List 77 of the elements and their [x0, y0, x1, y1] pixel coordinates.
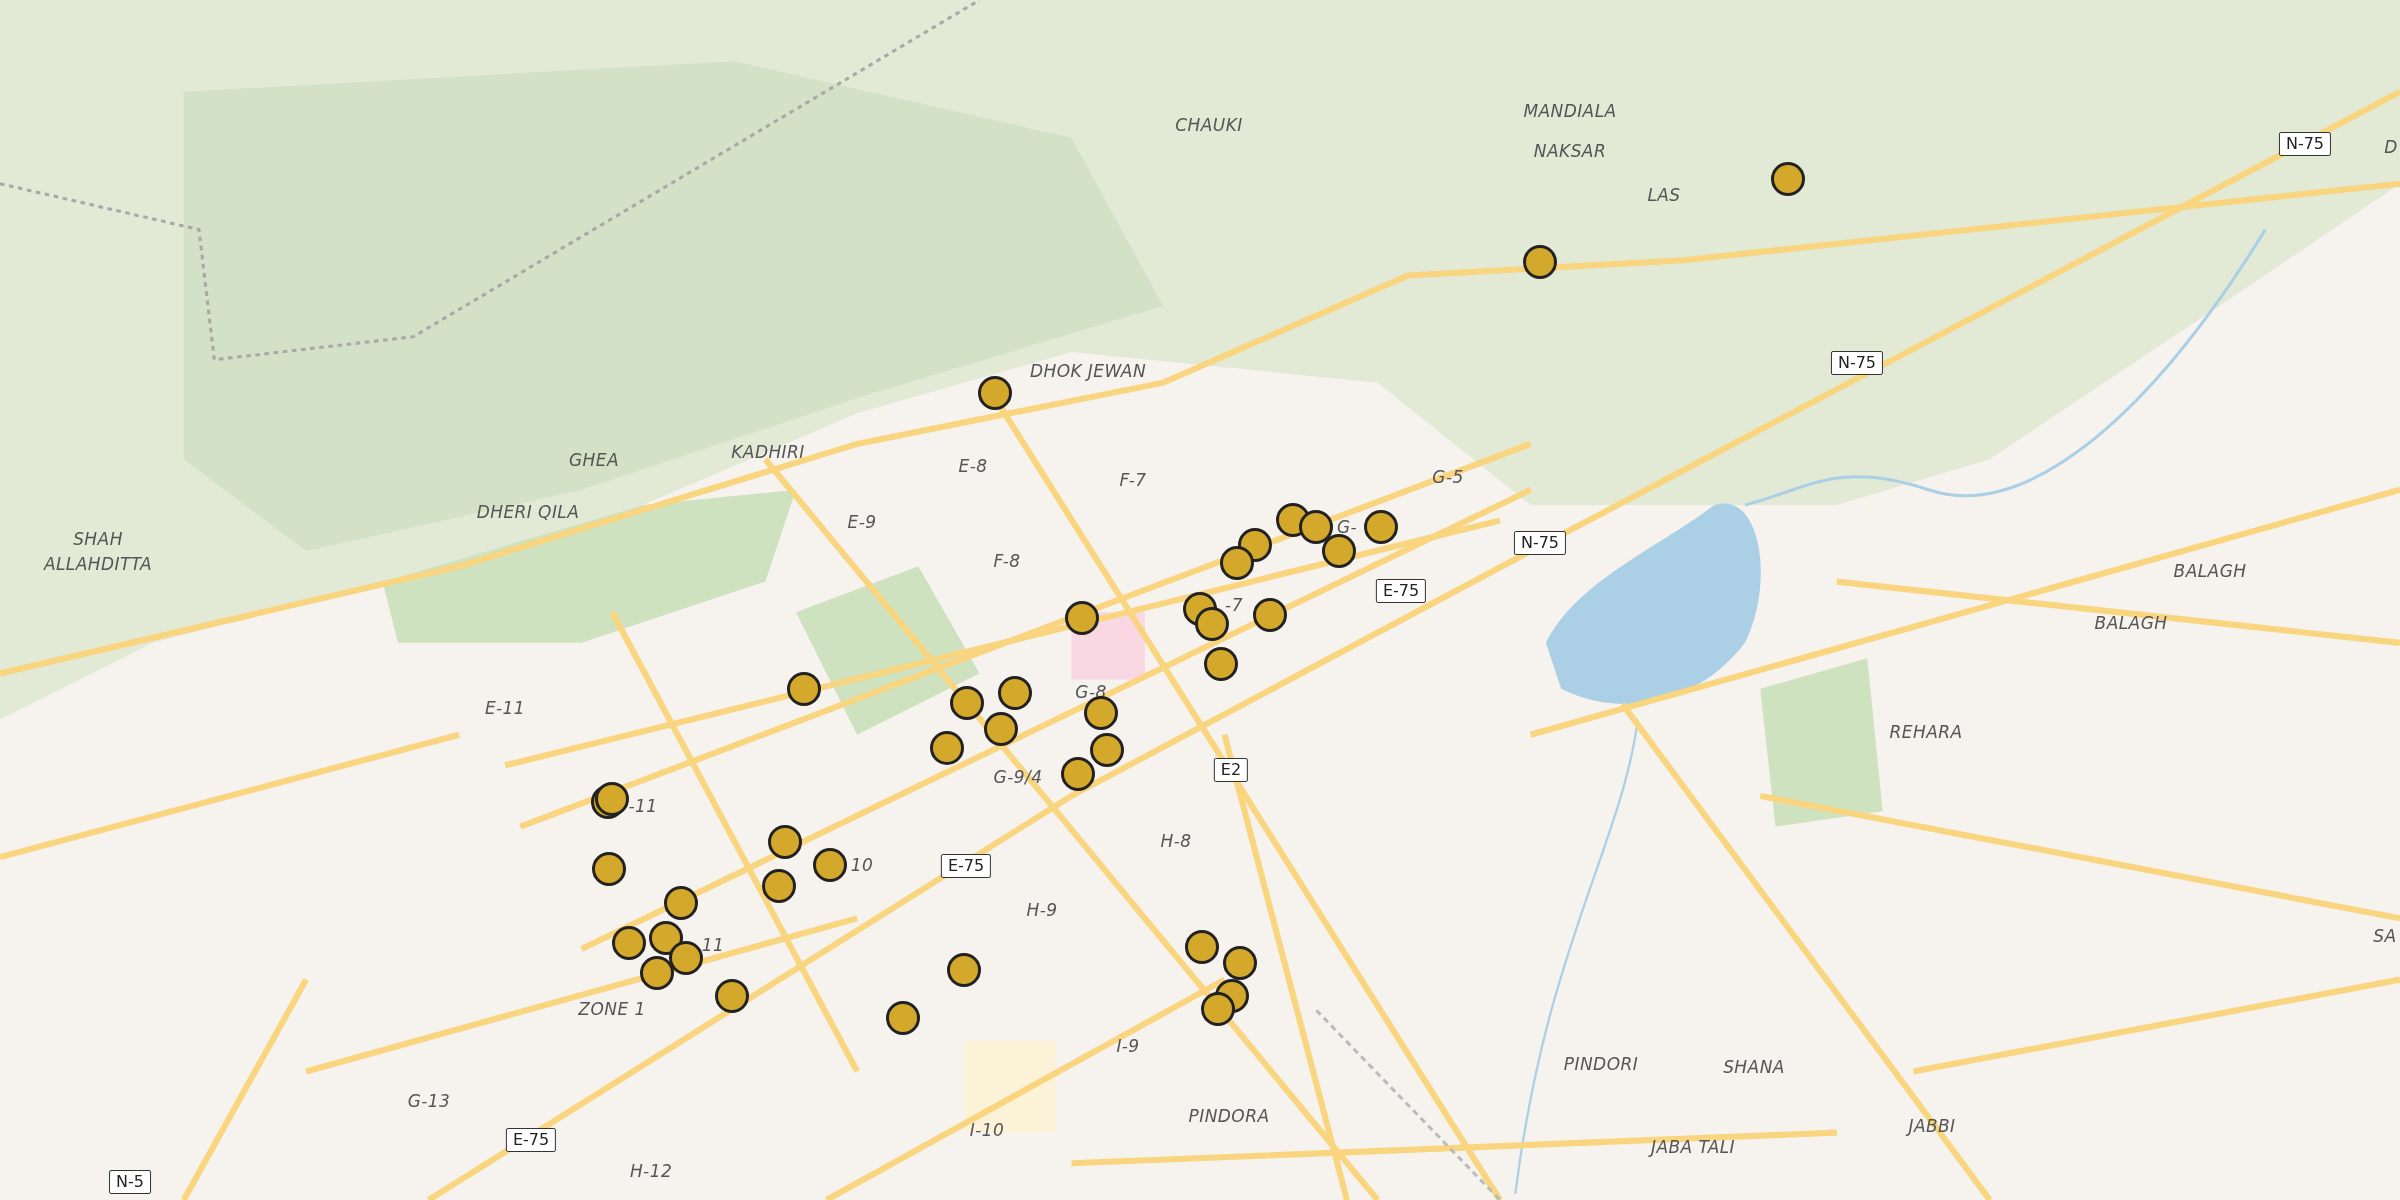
place-label: PINDORA: [1188, 1105, 1270, 1129]
place-label: H-8: [1160, 830, 1192, 854]
place-label: MANDIALA: [1523, 100, 1617, 124]
map-marker[interactable]: [664, 886, 698, 920]
map-marker[interactable]: [1185, 930, 1219, 964]
place-label: ALLAHDITTA: [43, 553, 153, 577]
map-marker[interactable]: [1220, 546, 1254, 580]
place-label: I-10: [969, 1119, 1005, 1143]
place-label: D: [2384, 136, 2398, 160]
map-marker[interactable]: [950, 686, 984, 720]
map-marker[interactable]: [947, 953, 981, 987]
road-shield: N-75: [1830, 351, 1884, 375]
road-shield: N-75: [1513, 531, 1567, 555]
place-label: SHANA: [1723, 1056, 1785, 1080]
place-label: G-5: [1432, 466, 1464, 490]
map-marker[interactable]: [592, 852, 626, 886]
map-marker[interactable]: [813, 848, 847, 882]
map-marker[interactable]: [762, 869, 796, 903]
place-label: E-11: [484, 697, 526, 721]
road-shield: E-75: [505, 1128, 557, 1152]
road-shield: E-75: [940, 854, 992, 878]
place-label: DHOK JEWAN: [1029, 360, 1147, 384]
map-marker[interactable]: [1084, 696, 1118, 730]
map-marker[interactable]: [1364, 510, 1398, 544]
road-shield: N-5: [109, 1170, 151, 1194]
road-shield: E2: [1213, 758, 1249, 782]
place-label: F-7: [1119, 469, 1147, 493]
map-marker[interactable]: [998, 676, 1032, 710]
map-marker[interactable]: [715, 979, 749, 1013]
map-marker[interactable]: [1223, 946, 1257, 980]
map-marker[interactable]: [640, 956, 674, 990]
map-marker[interactable]: [1253, 598, 1287, 632]
place-label: PINDORI: [1563, 1053, 1639, 1077]
map-marker[interactable]: [1090, 733, 1124, 767]
place-label: JABA TALI: [1650, 1136, 1736, 1160]
map-marker[interactable]: [649, 921, 683, 955]
place-label: CHAUKI: [1175, 114, 1243, 138]
place-label: LAS: [1647, 184, 1681, 208]
map-marker[interactable]: [1204, 647, 1238, 681]
map-marker[interactable]: [1201, 992, 1235, 1026]
road-shield: E-75: [1375, 579, 1427, 603]
place-label: H-9: [1026, 899, 1058, 923]
place-label: GHEA: [569, 449, 619, 473]
place-label: KADHIRI: [731, 441, 805, 465]
place-label: NAKSAR: [1533, 140, 1607, 164]
map-marker[interactable]: [1061, 757, 1095, 791]
place-label: 11: [701, 934, 725, 958]
place-label: E-9: [847, 511, 877, 535]
map-marker[interactable]: [787, 672, 821, 706]
road-shield: N-75: [2278, 132, 2332, 156]
map-marker[interactable]: [1065, 601, 1099, 635]
place-label: E-8: [958, 455, 988, 479]
place-label: H-12: [629, 1160, 673, 1184]
place-label: 10: [850, 854, 874, 878]
place-label: G-8: [1075, 681, 1107, 705]
place-label: DHERI QILA: [476, 501, 580, 525]
map-marker[interactable]: [886, 1001, 920, 1035]
map-marker[interactable]: [595, 782, 629, 816]
place-label: SHAH: [73, 528, 123, 552]
place-label: ZONE 1: [578, 998, 646, 1022]
map-marker[interactable]: [984, 712, 1018, 746]
place-label: SA: [2373, 925, 2397, 949]
place-label: REHARA: [1889, 721, 1963, 745]
map-marker[interactable]: [612, 926, 646, 960]
place-label: G-: [1336, 516, 1358, 540]
place-label: BALAGH: [2094, 612, 2168, 636]
place-label: F-8: [993, 550, 1021, 574]
place-label: BALAGH: [2173, 560, 2247, 584]
map-marker[interactable]: [978, 376, 1012, 410]
map-marker[interactable]: [930, 731, 964, 765]
place-label: G-13: [407, 1090, 451, 1114]
place-label: -11: [628, 795, 658, 819]
map-marker[interactable]: [768, 825, 802, 859]
place-label: I-9: [1116, 1035, 1140, 1059]
place-label: -7: [1225, 594, 1243, 618]
map-marker[interactable]: [1299, 510, 1333, 544]
map-marker[interactable]: [1322, 534, 1356, 568]
